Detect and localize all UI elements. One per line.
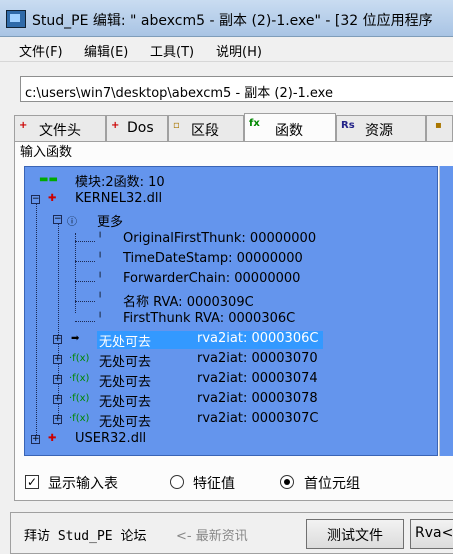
show-imports-label: 显示输入表 [48,476,118,492]
features-label: 特征值 [193,476,235,492]
fx-icon: ·f(x) [69,373,90,384]
rva-button[interactable]: Rva<= [410,519,453,549]
menu-file[interactable]: 文件(F) [19,41,63,60]
expand-icon[interactable]: + [31,435,40,444]
first-tuple-radio[interactable] [280,475,294,489]
menu-edit[interactable]: 编辑(E) [84,41,128,60]
news-link[interactable]: <- 最新资讯 [176,525,248,544]
test-file-button[interactable]: 测试文件 [306,519,404,549]
fx-icon: ·f(x) [69,413,90,424]
detail-icon: ╵ [97,293,104,304]
tab-functions[interactable]: fx 函数 [244,113,336,141]
tab-strip: + 文件头 + Dos ▫ 区段 fx 函数 Rs 资源 ▪ [14,113,453,141]
first-tuple-label: 首位元组 [304,476,360,492]
file-header-icon: + [19,120,28,131]
menu-tools[interactable]: 工具(T) [150,41,194,60]
fx-icon: ·f(x) [69,353,90,364]
sections-icon: ▫ [173,120,180,131]
more-tab-icon: ▪ [435,120,442,131]
expand-icon[interactable]: + [53,375,62,384]
expand-icon[interactable]: + [53,335,62,344]
menu-bar: 文件(F) 编辑(E) 工具(T) 说明(H) [0,37,453,62]
expand-icon[interactable]: + [53,395,62,404]
import-tree[interactable]: ▬▬ 模块:2函数: 10 − ✚ KERNEL32.dll − ⓘ 更多 ╵ … [24,166,438,456]
tab-sections[interactable]: ▫ 区段 [168,115,244,141]
detail-icon: ╵ [97,313,104,324]
expand-icon[interactable]: + [53,355,62,364]
tab-more[interactable]: ▪ [426,115,453,141]
dll-icon: ✚ [48,433,57,444]
more-icon: ⓘ [67,217,77,228]
module-icon: ▬▬ [39,174,58,185]
tab-resources[interactable]: Rs 资源 [336,115,426,141]
functions-icon: fx [249,118,260,129]
tree-scrollbar[interactable] [439,166,453,456]
visit-forum-link[interactable]: 拜访 Stud_PE 论坛 [24,525,146,544]
features-radio[interactable] [170,475,184,489]
expand-icon[interactable]: + [53,415,62,424]
arrow-icon: ➡ [71,333,80,344]
file-path-text: c:\users\win7\desktop\abexcm5 - 副本 (2)-1… [25,86,333,101]
menu-help[interactable]: 说明(H) [216,41,262,60]
show-imports-checkbox[interactable]: ✓ [25,475,39,489]
tab-dos[interactable]: + Dos [106,115,168,141]
resources-icon: Rs [341,120,355,131]
tree-line [36,195,37,435]
app-icon [6,10,26,28]
dll-icon: ✚ [48,193,57,204]
detail-icon: ╵ [97,253,104,264]
detail-icon: ╵ [97,273,104,284]
detail-icon: ╵ [97,233,104,244]
fx-icon: ·f(x) [69,393,90,404]
window-title: Stud_PE 编辑: " abexcm5 - 副本 (2)-1.exe" - … [32,13,433,29]
collapse-icon[interactable]: − [53,215,62,224]
tab-file-header[interactable]: + 文件头 [14,115,106,141]
collapse-icon[interactable]: − [31,195,40,204]
file-path-field[interactable]: c:\users\win7\desktop\abexcm5 - 副本 (2)-1… [20,76,453,102]
title-bar: Stud_PE 编辑: " abexcm5 - 副本 (2)-1.exe" - … [0,0,453,37]
dos-icon: + [111,120,120,131]
group-label: 输入函数 [20,145,73,160]
